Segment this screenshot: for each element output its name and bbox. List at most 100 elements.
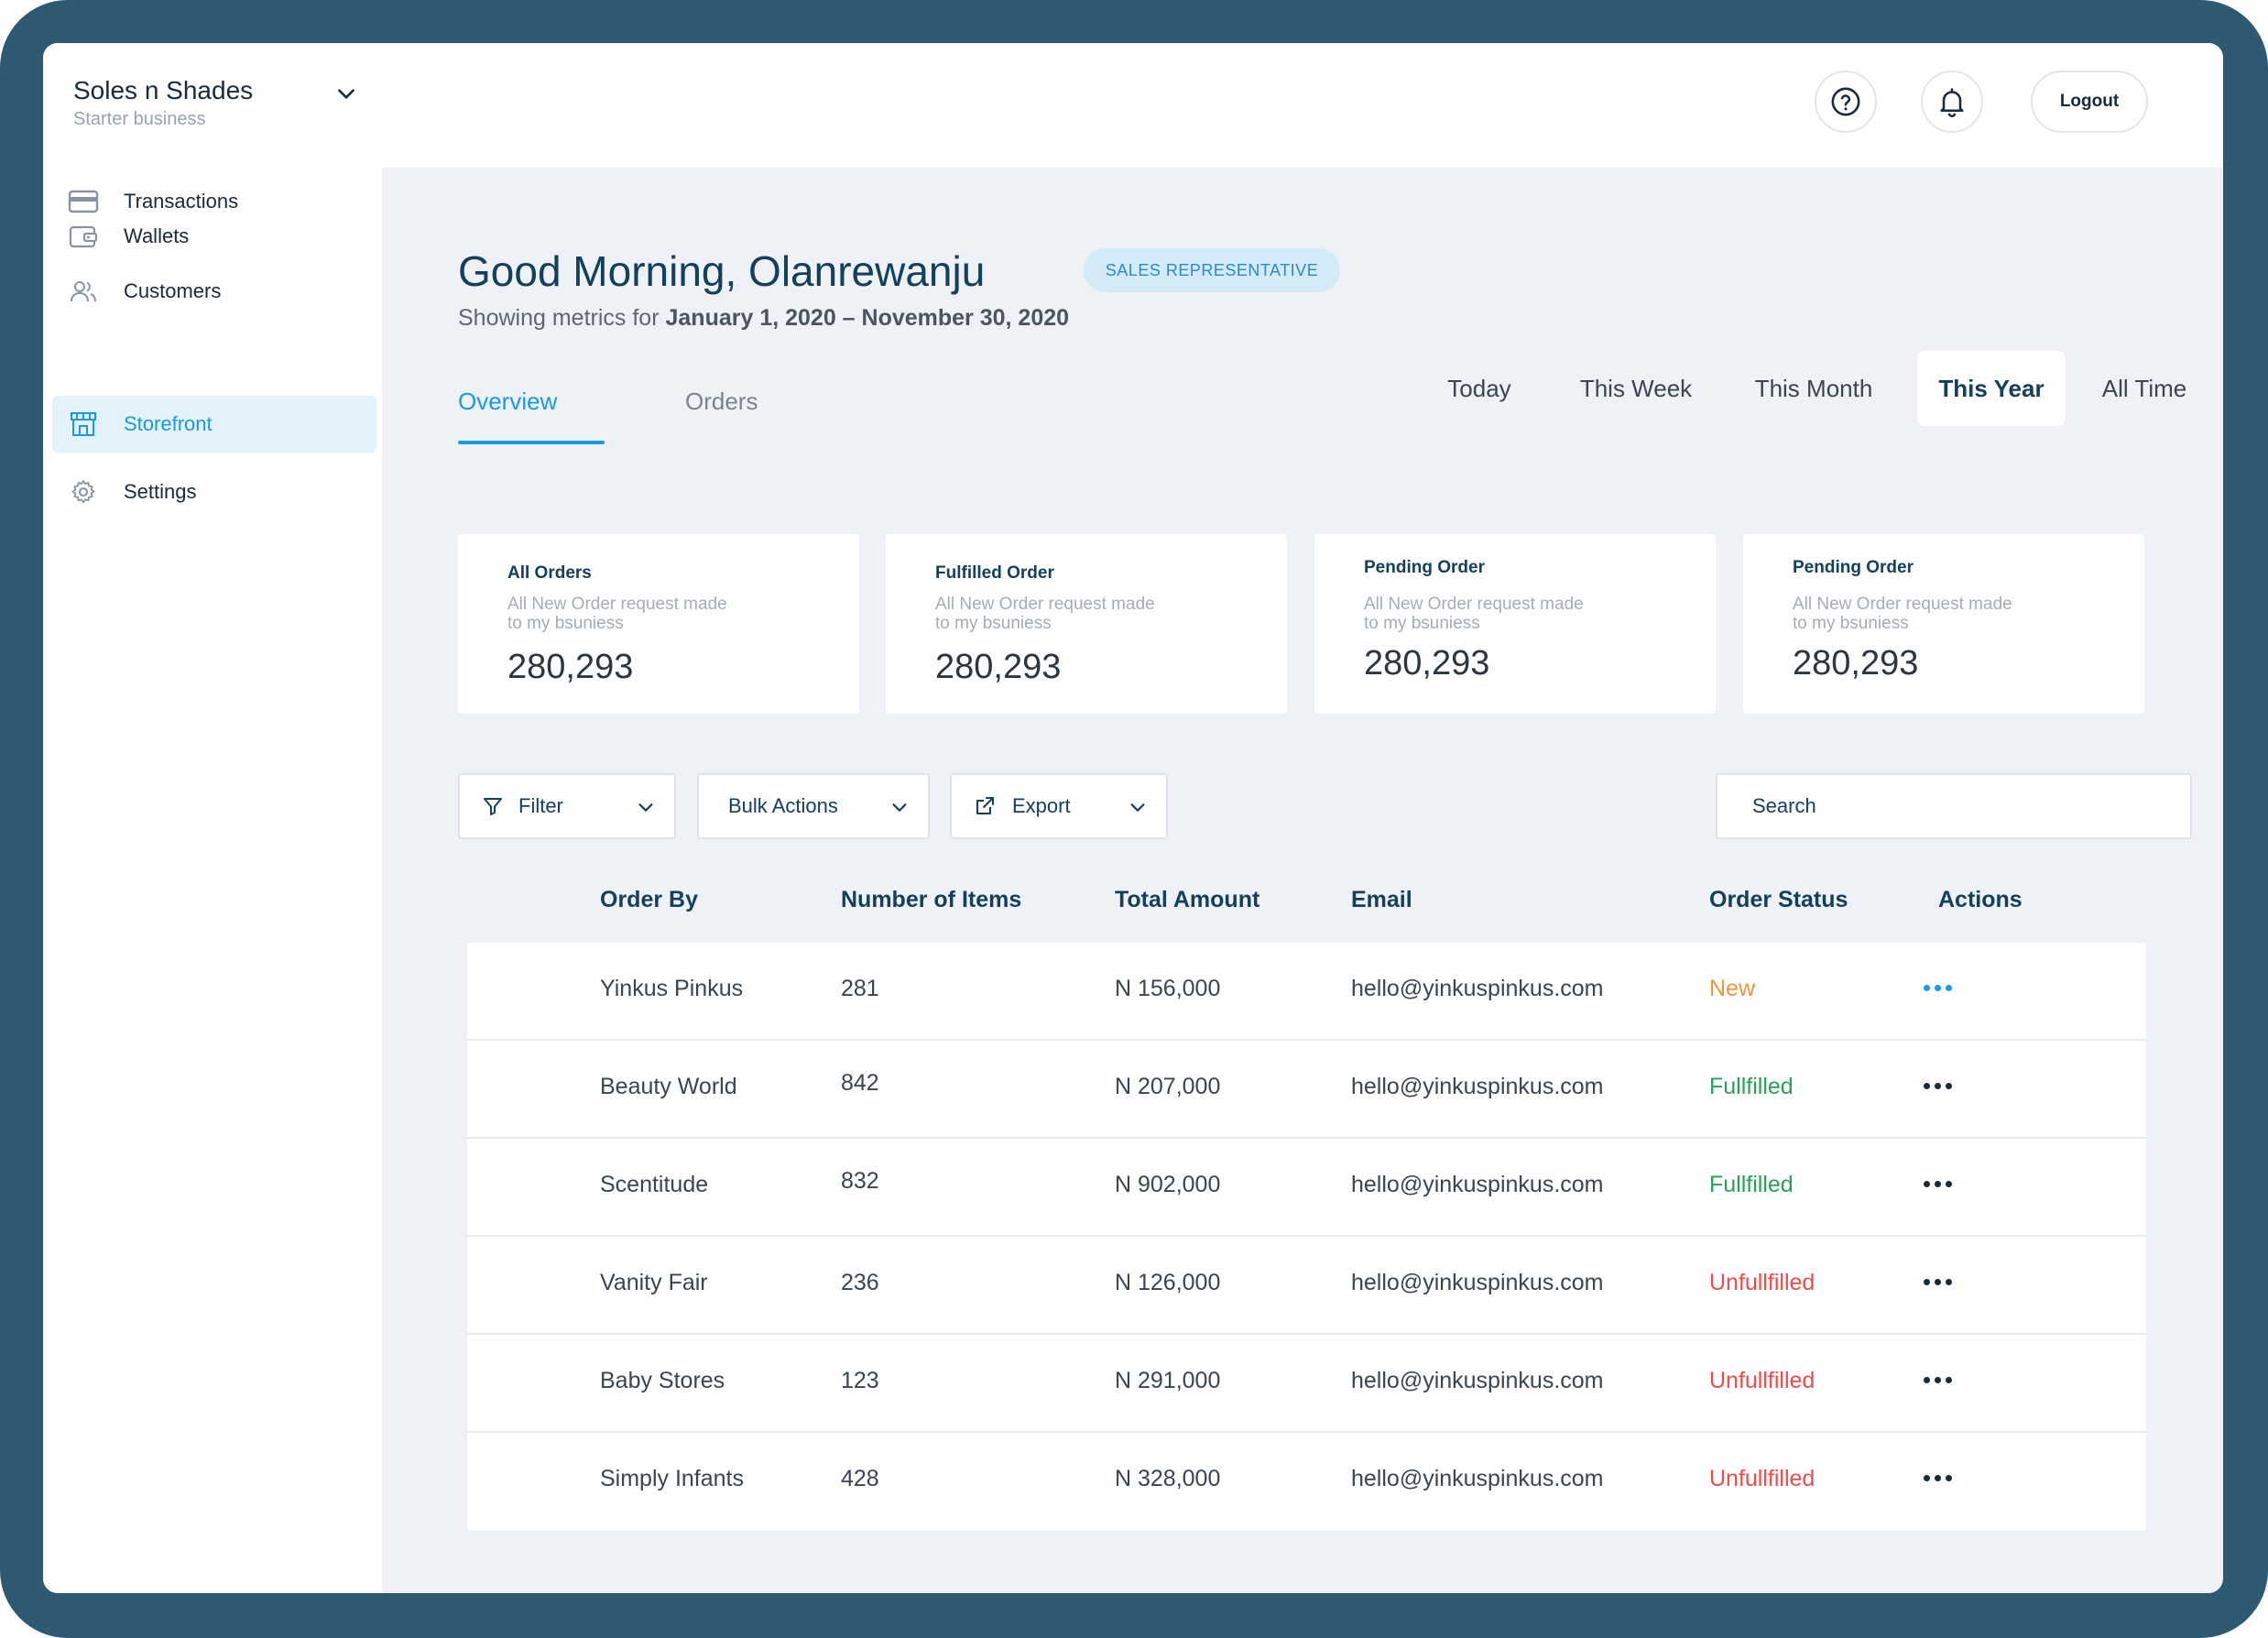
orders-table: Yinkus Pinkus 281 N 156,000 hello@yinkus…: [467, 943, 2146, 1531]
sidebar-item-customers[interactable]: Customers: [52, 263, 376, 320]
page-title: Good Morning, Olanrewanju: [458, 247, 986, 295]
main-content: Good Morning, Olanrewanju SALES REPRESEN…: [382, 168, 2223, 1593]
card-title: Fulfilled Order: [935, 563, 1054, 583]
sidebar-item-storefront[interactable]: Storefront: [52, 396, 376, 453]
external-link-icon: [976, 797, 994, 814]
status-badge: Unfullfilled: [1709, 1466, 1815, 1491]
sidebar: Transactions Wallets Customers Storefron…: [43, 168, 382, 1593]
column-header-email: Email: [1351, 887, 1412, 912]
cell-email: hello@yinkuspinkus.com: [1351, 1368, 1604, 1393]
more-actions-icon[interactable]: [1924, 1377, 1952, 1383]
wallet-icon: [67, 220, 100, 253]
period-this-year[interactable]: This Year: [1917, 351, 2066, 426]
stat-card-pending-order-2: Pending Order All New Order request made…: [1743, 534, 2144, 714]
cell-amount: N 156,000: [1115, 976, 1221, 1001]
tab-orders[interactable]: Orders: [685, 388, 758, 416]
more-actions-icon[interactable]: [1924, 1279, 1952, 1285]
top-bar: Soles n Shades Starter business Logout: [43, 43, 2223, 168]
cell-email: hello@yinkuspinkus.com: [1351, 1074, 1604, 1099]
metrics-range: Showing metrics for January 1, 2020 – No…: [458, 305, 1069, 332]
table-row[interactable]: Vanity Fair 236 N 126,000 hello@yinkuspi…: [467, 1237, 2146, 1335]
metrics-dates: January 1, 2020 – November 30, 2020: [665, 305, 1070, 331]
cell-amount: N 126,000: [1115, 1270, 1221, 1295]
cell-order-by: Scentitude: [600, 1172, 709, 1197]
period-today[interactable]: Today: [1415, 351, 1543, 426]
card-title: Pending Order: [1364, 558, 1485, 577]
sidebar-item-label: Wallets: [124, 224, 190, 247]
table-row[interactable]: Yinkus Pinkus 281 N 156,000 hello@yinkus…: [467, 943, 2146, 1041]
column-header-order-status: Order Status: [1709, 887, 1848, 912]
sidebar-item-settings[interactable]: Settings: [52, 464, 376, 520]
card-title: All Orders: [507, 563, 592, 583]
cell-items: 123: [841, 1368, 879, 1393]
cell-amount: N 902,000: [1115, 1172, 1221, 1197]
status-badge: New: [1709, 976, 1756, 1001]
card-title: Pending Order: [1793, 558, 1914, 577]
cell-order-by: Beauty World: [600, 1074, 737, 1099]
role-badge: SALES REPRESENTATIVE: [1084, 248, 1340, 292]
sidebar-item-label: Storefront: [124, 412, 213, 435]
card-value: 280,293: [1793, 644, 1919, 682]
active-tab-indicator: [458, 441, 605, 444]
help-button[interactable]: [1815, 71, 1877, 133]
card-subtitle: All New Order request made to my bsunies…: [1364, 595, 1584, 633]
cell-order-by: Baby Stores: [600, 1368, 725, 1393]
cell-order-by: Vanity Fair: [600, 1270, 708, 1295]
card-subtitle: All New Order request made to my bsunies…: [935, 595, 1155, 633]
cell-amount: N 207,000: [1115, 1074, 1221, 1099]
table-row[interactable]: Baby Stores 123 N 291,000 hello@yinkuspi…: [467, 1335, 2146, 1433]
cell-items: 832: [841, 1168, 879, 1194]
stat-card-pending-order: Pending Order All New Order request made…: [1314, 534, 1716, 714]
stat-card-fulfilled-order: Fulfilled Order All New Order request ma…: [886, 534, 1287, 714]
device-frame: Soles n Shades Starter business Logout T…: [0, 0, 2268, 1638]
chevron-down-icon[interactable]: [334, 82, 358, 105]
bell-icon: [1940, 88, 1964, 117]
period-this-month[interactable]: This Month: [1736, 351, 1892, 426]
period-this-week[interactable]: This Week: [1563, 351, 1709, 426]
status-badge: Unfullfilled: [1709, 1368, 1815, 1393]
sidebar-item-wallets[interactable]: Wallets: [52, 208, 376, 265]
business-name: Soles n Shades: [73, 76, 254, 104]
tab-overview[interactable]: Overview: [458, 388, 557, 416]
filter-icon: [484, 798, 502, 815]
cell-order-by: Simply Infants: [600, 1466, 745, 1491]
more-actions-icon[interactable]: [1924, 1181, 1952, 1187]
cell-email: hello@yinkuspinkus.com: [1351, 1270, 1604, 1295]
notifications-button[interactable]: [1921, 71, 1983, 133]
cell-email: hello@yinkuspinkus.com: [1351, 1172, 1604, 1197]
filter-dropdown[interactable]: Filter: [458, 773, 676, 839]
more-actions-icon[interactable]: [1924, 985, 1952, 991]
cell-email: hello@yinkuspinkus.com: [1351, 1466, 1604, 1491]
status-badge: Unfullfilled: [1709, 1270, 1815, 1295]
more-actions-icon[interactable]: [1924, 1475, 1952, 1481]
help-circle-icon: [1831, 87, 1860, 116]
table-row[interactable]: Beauty World 842 N 207,000 hello@yinkusp…: [467, 1041, 2146, 1139]
table-row[interactable]: Scentitude 832 N 902,000 hello@yinkuspin…: [467, 1139, 2146, 1237]
card-value: 280,293: [507, 648, 634, 686]
bulk-actions-label: Bulk Actions: [728, 794, 838, 817]
business-plan: Starter business: [73, 109, 206, 129]
column-header-number-of-items: Number of Items: [841, 887, 1022, 912]
cell-items: 428: [841, 1466, 879, 1491]
column-header-total-amount: Total Amount: [1115, 887, 1260, 912]
export-dropdown[interactable]: Export: [950, 773, 1168, 839]
bulk-actions-dropdown[interactable]: Bulk Actions: [697, 773, 930, 839]
status-badge: Fullfilled: [1709, 1172, 1794, 1197]
cell-amount: N 328,000: [1115, 1466, 1221, 1491]
table-row[interactable]: Simply Infants 428 N 328,000 hello@yinku…: [467, 1433, 2146, 1531]
gear-icon: [67, 475, 100, 508]
cell-email: hello@yinkuspinkus.com: [1351, 976, 1604, 1001]
logout-button[interactable]: Logout: [2031, 71, 2148, 133]
app-window: Soles n Shades Starter business Logout T…: [43, 43, 2223, 1593]
column-header-actions: Actions: [1938, 887, 2023, 912]
filter-label: Filter: [518, 794, 563, 817]
more-actions-icon[interactable]: [1924, 1083, 1952, 1089]
metrics-prefix: Showing metrics for: [458, 305, 660, 331]
period-all-time[interactable]: All Time: [2086, 351, 2203, 426]
cell-order-by: Yinkus Pinkus: [600, 976, 744, 1001]
stat-card-all-orders: All Orders All New Order request made to…: [458, 534, 859, 714]
business-switcher[interactable]: Soles n Shades Starter business: [73, 76, 253, 130]
sidebar-item-label: Settings: [124, 480, 197, 503]
search-input[interactable]: [1716, 773, 2192, 839]
card-value: 280,293: [1364, 644, 1490, 682]
